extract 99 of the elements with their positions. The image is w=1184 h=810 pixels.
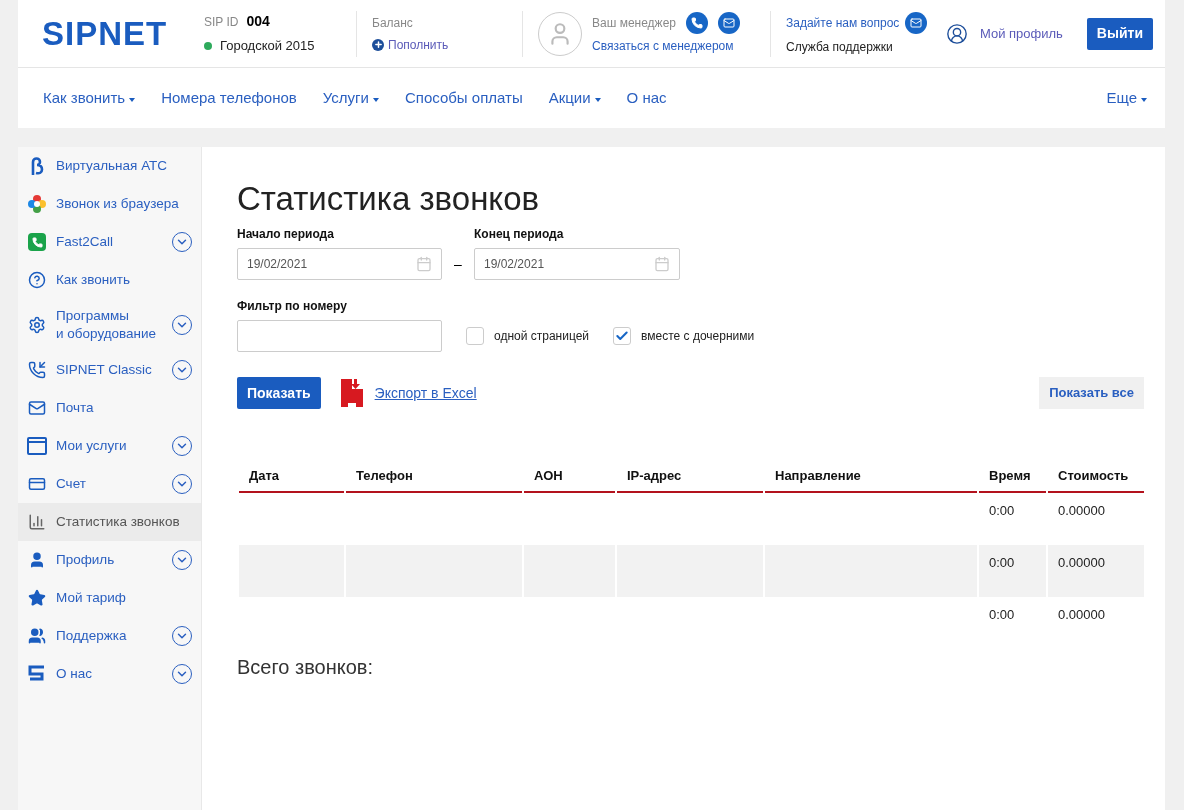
top-up-link[interactable]: Пополнить: [372, 35, 522, 54]
phone-icon: [28, 233, 46, 251]
mail-icon[interactable]: [718, 12, 740, 34]
checkbox-label: одной страницей: [494, 328, 590, 345]
table-cell: 0:00: [979, 545, 1046, 597]
gear-icon: [28, 316, 46, 334]
sidebar-item[interactable]: Мой тариф: [18, 579, 201, 617]
date-field[interactable]: 19/02/2021: [474, 248, 680, 280]
sidebar-item-label: Звонок из браузера: [56, 195, 180, 213]
column-header: IP-адрес: [617, 460, 763, 493]
mail-icon[interactable]: [905, 11, 928, 34]
checkbox[interactable]: [466, 327, 484, 345]
sidebar-item[interactable]: SIPNET Classic: [18, 351, 201, 389]
colorful-flower-icon: [28, 195, 46, 213]
user-icon: [28, 551, 46, 569]
beta-icon: [30, 157, 44, 175]
contact-manager-link[interactable]: Связаться с менеджером: [592, 37, 740, 55]
credit-card-icon: [28, 475, 46, 493]
profile-icon: [946, 22, 968, 45]
show-all-button[interactable]: Показать все: [1039, 377, 1144, 409]
table-cell-text: 0:00: [988, 606, 1016, 624]
sidebar-item-label: Почта: [56, 399, 95, 417]
plus-icon: [372, 38, 384, 51]
more-nav-link[interactable]: Еще: [1106, 86, 1147, 110]
browser-window-icon: [27, 437, 47, 455]
logo[interactable]: SIPNET: [42, 17, 192, 50]
nav-link[interactable]: Способы оплаты: [404, 86, 523, 110]
column-header: АОН: [524, 460, 615, 493]
incoming-call-icon: [28, 361, 46, 379]
checkbox-label: вместе с дочерними: [641, 328, 755, 345]
sidebar-item[interactable]: Как звонить: [18, 261, 201, 299]
export-excel-link[interactable]: Экспорт в Excel: [374, 382, 477, 404]
sidebar-item[interactable]: Профиль: [18, 541, 201, 579]
sidebar-item[interactable]: О нас: [18, 655, 201, 693]
sidebar-item[interactable]: Программы и оборудование: [18, 299, 201, 351]
sidebar-item[interactable]: Статистика звонков: [18, 503, 201, 541]
sidebar-item-label: Поддержка: [56, 627, 128, 645]
manager-label: Ваш менеджер: [592, 15, 676, 32]
column-header: Телефон: [346, 460, 522, 493]
number-filter-field[interactable]: [237, 320, 442, 352]
sip-id-label: SIP ID: [204, 14, 239, 32]
sidebar-item[interactable]: Мои услуги: [18, 427, 201, 465]
star-icon: [28, 589, 46, 607]
sidebar-item-label: Мои услуги: [56, 437, 128, 455]
sidebar-item[interactable]: Почта: [18, 389, 201, 427]
mail-icon: [28, 399, 46, 417]
sidebar-item-label: О нас: [56, 665, 93, 683]
sidebar-item-label: Счет: [56, 475, 87, 493]
nav-link[interactable]: О нас: [626, 86, 667, 110]
bar-chart-icon: [28, 513, 46, 531]
ask-question-link[interactable]: Задайте нам вопрос: [786, 13, 900, 32]
users-icon: [28, 627, 46, 645]
nav-link[interactable]: Услуги: [322, 86, 379, 110]
start-label: Начало периода: [237, 226, 335, 243]
help-icon: [28, 271, 46, 289]
my-profile-link[interactable]: Мой профиль: [980, 23, 1063, 44]
sidebar-item-label: Fast2Call: [56, 233, 115, 251]
sidebar-item-label: Виртуальная АТС: [56, 157, 169, 175]
sidebar-item[interactable]: Виртуальная АТС: [18, 147, 201, 185]
column-header: Направление: [765, 460, 977, 493]
sidebar-item[interactable]: Звонок из браузера: [18, 185, 201, 223]
sidebar-item-label: Программы и оборудование: [56, 307, 158, 343]
show-button[interactable]: Показать: [237, 377, 321, 409]
nav-link[interactable]: Номера телефонов: [161, 86, 297, 110]
table-cell-text: 0.00000: [1057, 502, 1106, 520]
total-calls-label: Всего звонков:: [237, 655, 374, 680]
checkbox[interactable]: [613, 327, 632, 345]
column-header: Время: [979, 460, 1046, 493]
sidebar-item[interactable]: Счет: [18, 465, 201, 503]
calendar-icon: [416, 256, 432, 272]
sidebar-item-label: Как звонить: [56, 271, 131, 289]
support-label: Служба поддержки: [786, 38, 894, 56]
balance-label: Баланс: [372, 14, 414, 32]
checkmark-icon: [615, 329, 630, 343]
logout-button[interactable]: Выйти: [1086, 17, 1153, 50]
sidebar-item[interactable]: Поддержка: [18, 617, 201, 655]
document-download-icon: [340, 379, 363, 407]
sidebar-item-label: SIPNET Classic: [56, 361, 153, 379]
nav-link[interactable]: Акции: [548, 86, 601, 110]
dash: –: [453, 254, 463, 274]
column-header: Стоимость: [1048, 460, 1144, 493]
sip-id-value: 004: [246, 12, 270, 32]
table-cell-text: 0.00000: [1057, 606, 1106, 624]
column-header: Дата: [239, 460, 344, 493]
nav-link[interactable]: Как звонить: [43, 86, 136, 110]
sidebar-item-label: Профиль: [56, 551, 116, 569]
table-cell: 0.00000: [1048, 545, 1144, 597]
end-label: Конец периода: [474, 226, 565, 243]
tariff-name: Городской 2015: [220, 37, 315, 56]
page-title: Статистика звонков: [237, 179, 541, 219]
phone-icon[interactable]: [686, 12, 708, 34]
date-field[interactable]: 19/02/2021: [237, 248, 442, 280]
filter-label: Фильтр по номеру: [237, 298, 348, 315]
sidebar-item[interactable]: Fast2Call: [18, 223, 201, 261]
table-cell-text: 0:00: [988, 502, 1016, 520]
sidebar-item-label: Статистика звонков: [56, 513, 181, 531]
calendar-icon: [654, 256, 670, 272]
s-logo-icon: [28, 665, 46, 683]
sidebar-item-label: Мой тариф: [56, 589, 127, 607]
